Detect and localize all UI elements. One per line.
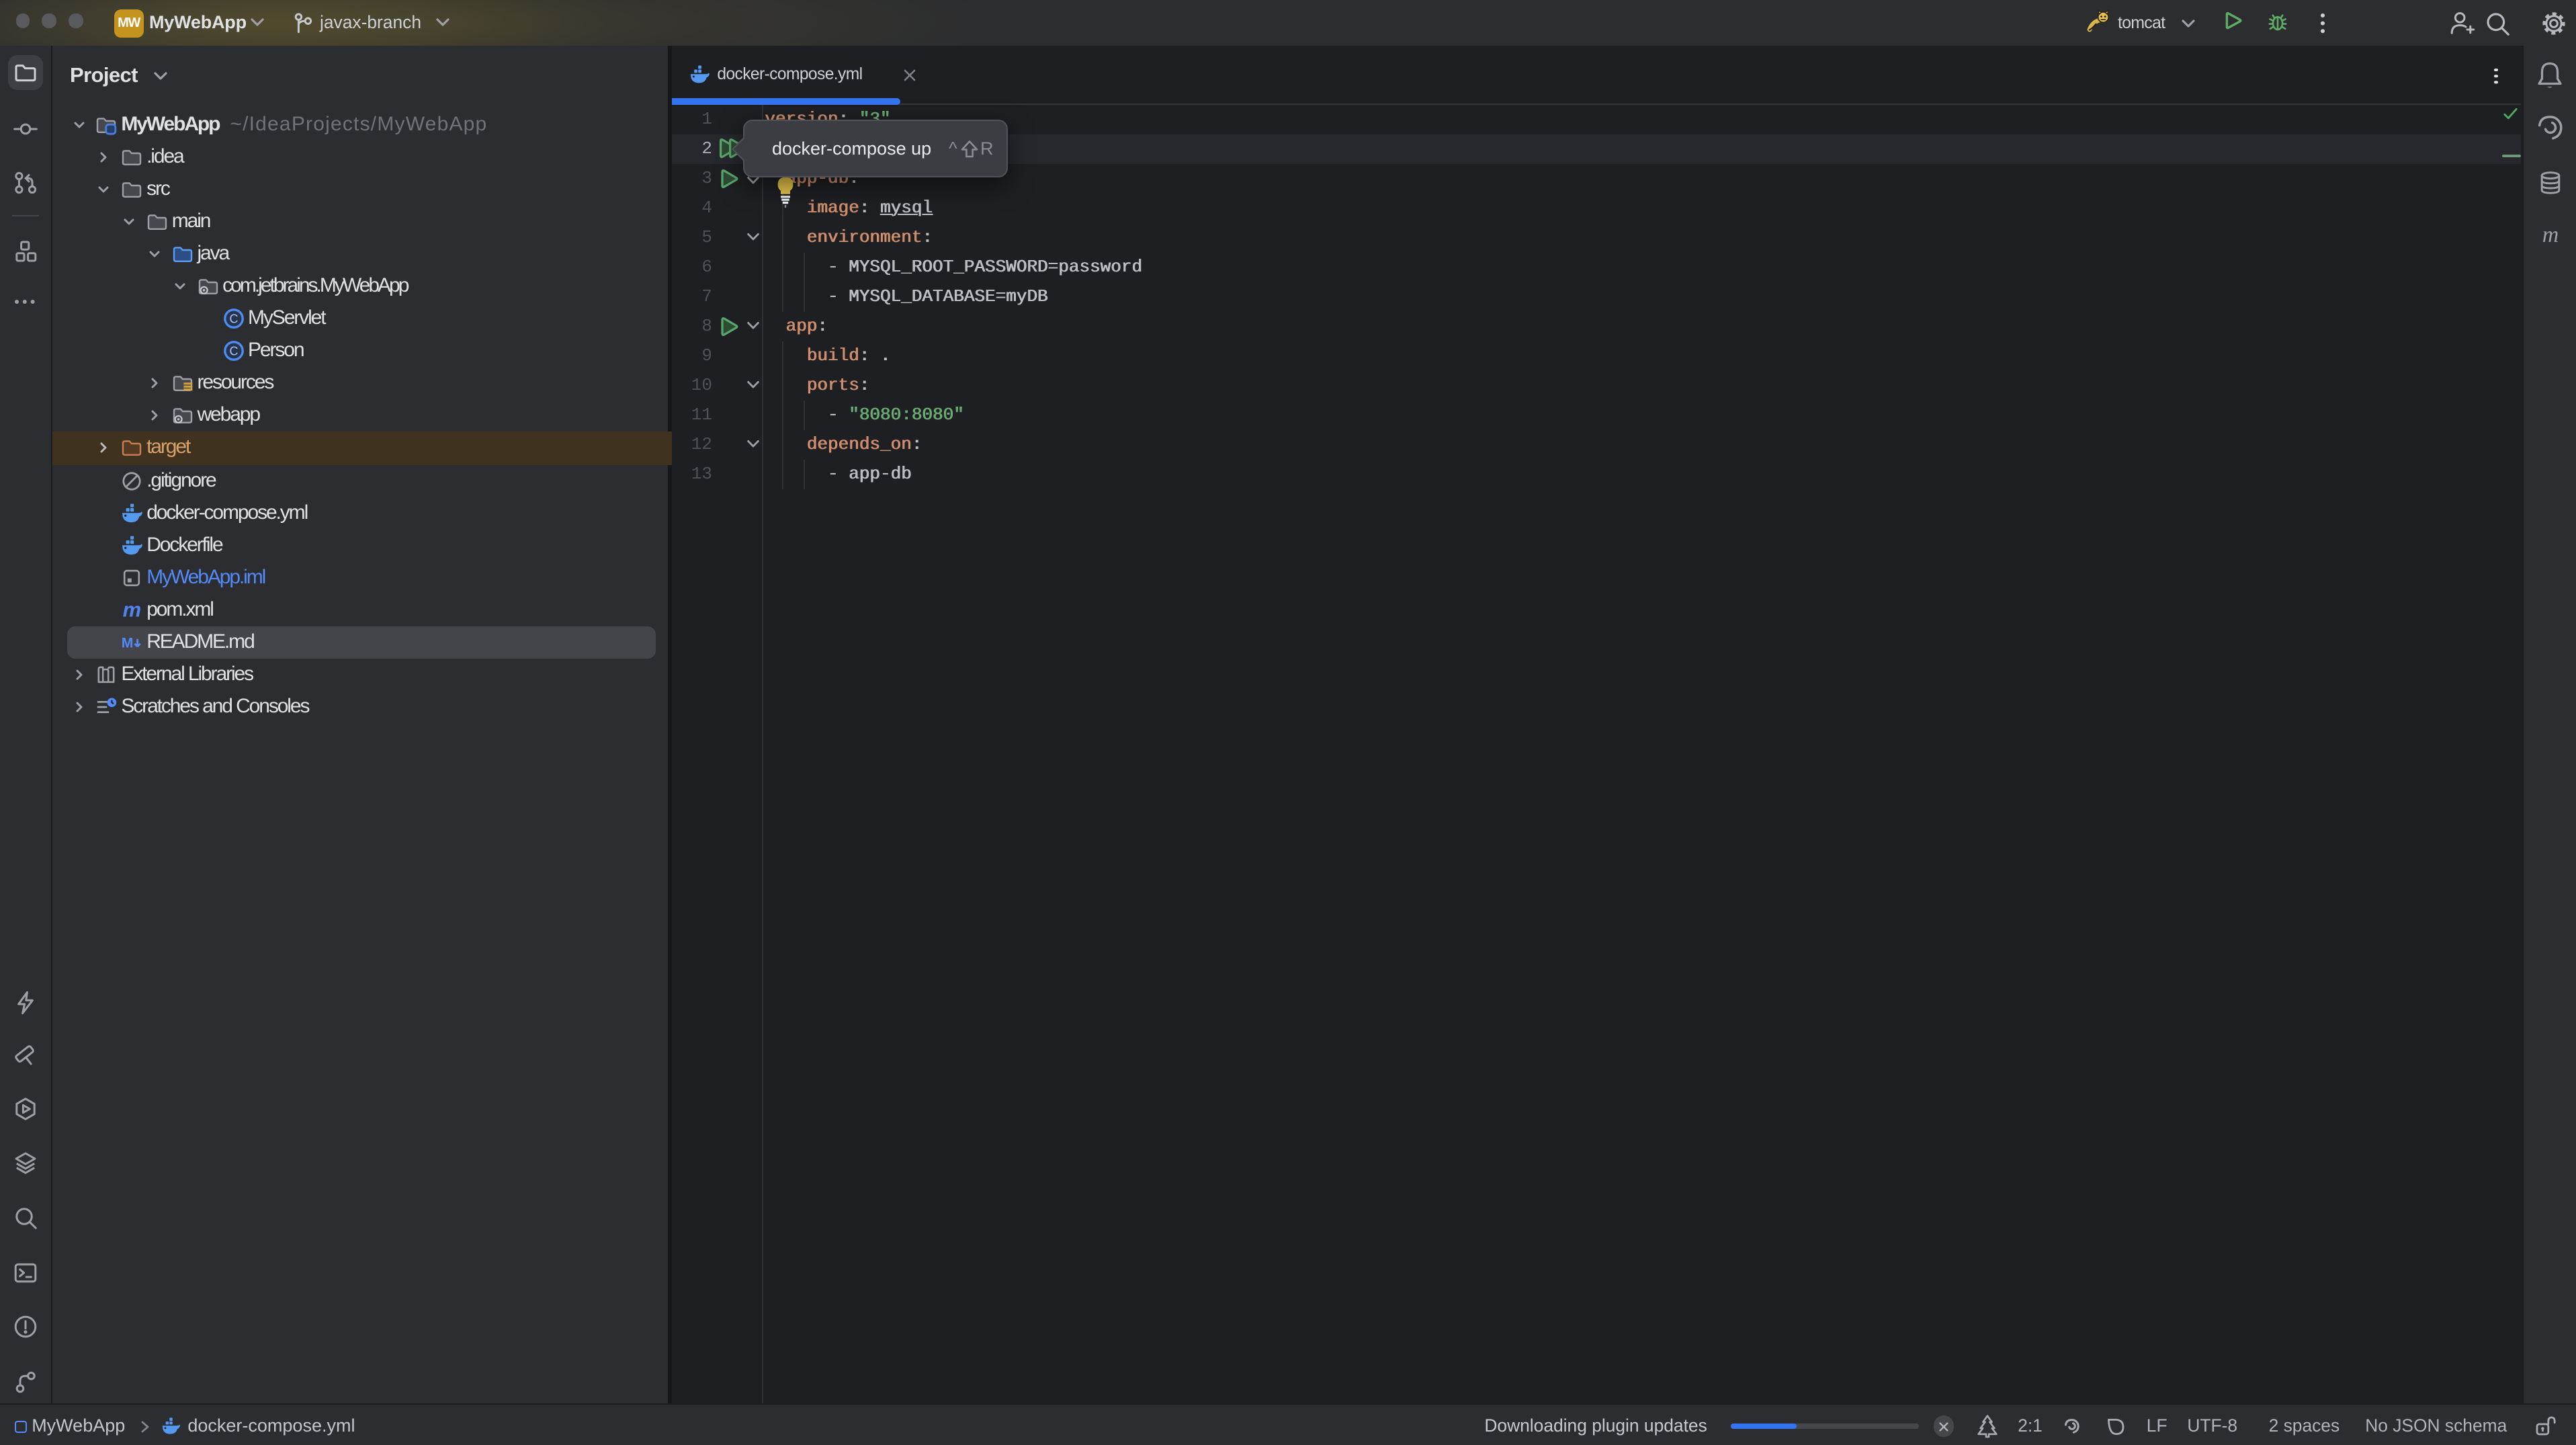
svg-text:m: m [123, 599, 142, 620]
svg-text:C: C [229, 345, 238, 358]
svg-text:C: C [229, 313, 238, 326]
svg-text:m: m [2542, 222, 2559, 247]
svg-text:M: M [122, 635, 134, 651]
